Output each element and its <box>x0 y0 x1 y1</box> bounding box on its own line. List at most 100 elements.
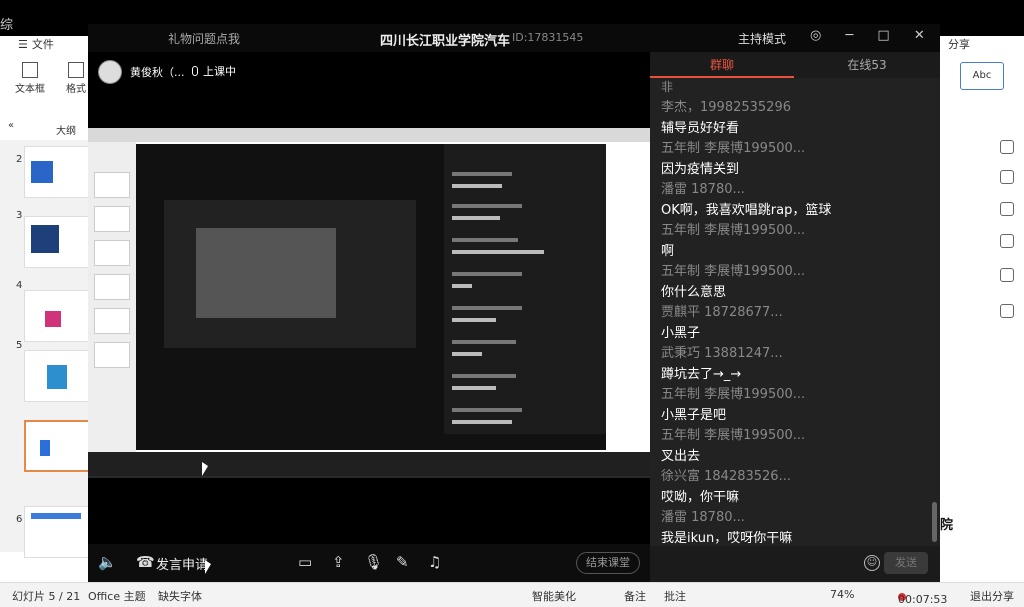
nested-slide-panel <box>88 142 136 452</box>
classroom-window: 礼物问题点我 四川长江职业学院汽车 ID:17831545 主持模式 ◎ ─ □… <box>88 24 940 582</box>
sender-name: 五年制 李展博199500... <box>661 141 806 156</box>
tab-outline[interactable]: 大纲 <box>56 122 76 137</box>
partial-message: 非 <box>661 80 674 94</box>
message-text: 小黑子是吧 <box>661 408 727 423</box>
sender-name: 潘雷 18780... <box>661 510 745 525</box>
classroom-titlebar: 礼物问题点我 四川长江职业学院汽车 ID:17831545 主持模式 ◎ ─ □… <box>88 24 940 52</box>
slide-number: 4 <box>16 280 23 291</box>
text-style-button[interactable]: Abc <box>960 62 1004 90</box>
list-item: 潘雷 18780... 我是ikun，哎呀你干嘛 <box>661 506 931 546</box>
image-icon[interactable] <box>1000 202 1014 216</box>
message-text: 小黑子 <box>661 326 701 341</box>
format-label: 格式 <box>66 84 86 95</box>
sender-name: 五年制 李展博199500... <box>661 387 806 402</box>
sender-name: 五年制 李展博199500... <box>661 223 806 238</box>
nested-slide <box>94 274 130 300</box>
theme-name: Office 主题 <box>88 590 146 603</box>
file-menu[interactable]: ☰ 文件 <box>18 36 54 52</box>
avatar <box>98 60 122 84</box>
comment-button[interactable]: 批注 <box>664 588 686 604</box>
menu-icon: ☰ <box>18 37 28 51</box>
class-id: ID:17831545 <box>512 31 584 44</box>
smart-beautify-button[interactable]: 智能美化 <box>532 588 576 604</box>
slide-thumbnail-selected[interactable] <box>24 420 90 472</box>
sender-name: 潘雷 18780... <box>661 182 745 197</box>
host-mode-button[interactable]: 主持模式 <box>738 30 786 47</box>
settings-icon[interactable] <box>1000 304 1014 318</box>
zoom-level[interactable]: 74% <box>830 588 854 601</box>
notes-button[interactable]: 备注 <box>624 588 646 604</box>
message-text: 蹲坑去了→_→ <box>661 367 742 382</box>
speak-request-button[interactable]: 发言申请 <box>156 554 208 573</box>
tab-online[interactable]: 在线53 <box>794 52 940 78</box>
end-class-button[interactable]: 结束课堂 <box>576 552 640 574</box>
animation-icon[interactable] <box>1000 234 1014 248</box>
gift-question-link[interactable]: 礼物问题点我 <box>168 30 240 47</box>
chat-panel: 群聊 在线53 非 李杰，19982535296 辅导员好好看 五年制 李展博19… <box>650 52 940 582</box>
message-text: 叉出去 <box>661 449 701 464</box>
collapse-icon[interactable]: « <box>8 120 14 131</box>
slide-counter: 幻灯片 5 / 21 <box>12 590 81 603</box>
office-ribbon: ☰ 文件 文本框 格式 <box>0 36 90 106</box>
class-title: 四川长江职业学院汽车 <box>380 34 511 49</box>
nested-slide <box>94 308 130 334</box>
speaker-icon[interactable]: 🔈 <box>98 553 117 571</box>
chat-messages[interactable]: 非 李杰，19982535296 辅导员好好看 五年制 李展博199500... 因… <box>650 78 940 546</box>
format-brush-icon <box>68 62 84 78</box>
emoji-icon[interactable]: ☺ <box>864 555 880 571</box>
shape-icon[interactable] <box>1000 170 1014 184</box>
textbox-label: 文本框 <box>15 84 45 95</box>
nested-inner-capture-deep <box>196 228 336 318</box>
sender-name: 武秉巧 13881247... <box>661 346 783 361</box>
exit-share-button[interactable]: 退出分享 <box>970 588 1014 604</box>
slide-number: 2 <box>16 154 23 165</box>
textbox-icon <box>22 62 38 78</box>
chat-input-bar[interactable]: ☺ 发送 <box>650 546 940 582</box>
list-item: 徐兴富 184283526... 哎呦，你干嘛 <box>661 465 931 505</box>
missing-font-button[interactable]: 缺失字体 <box>158 588 202 604</box>
office-right-ribbon: 分享 Abc 院 <box>938 36 1024 586</box>
location-icon[interactable] <box>1000 268 1014 282</box>
music-icon[interactable]: ♫ <box>428 553 441 571</box>
timer-value: 00:07:53 <box>898 593 948 606</box>
slide-text-fragment: 院 <box>940 518 954 533</box>
chat-scrollbar[interactable] <box>932 502 937 542</box>
list-item: 潘雷 18780... OK啊，我喜欢唱跳rap，篮球 <box>661 178 931 218</box>
mouse-cursor <box>202 462 208 476</box>
slide-thumbnail[interactable] <box>24 216 90 268</box>
window-controls[interactable]: ◎ ─ □ ✕ <box>810 28 935 43</box>
slide-thumbnail[interactable] <box>24 290 90 342</box>
textbox-button[interactable]: 文本框 <box>8 62 52 95</box>
outline-bar: « 大纲 <box>0 118 90 137</box>
phone-icon[interactable]: ☎ <box>136 553 155 571</box>
list-item: 五年制 李展博199500... 小黑子是吧 <box>661 383 931 423</box>
pen-icon[interactable] <box>1000 140 1014 154</box>
list-item: 五年制 李展博199500... 叉出去 <box>661 424 931 464</box>
slide-thumbnail[interactable] <box>24 350 90 402</box>
class-status-label: 上课中 <box>203 65 236 78</box>
message-text: 你什么意思 <box>661 285 727 300</box>
send-button[interactable]: 发送 <box>884 552 928 574</box>
message-text: 我是ikun，哎呀你干嘛 <box>661 531 793 546</box>
sender-name: 五年制 李展博199500... <box>661 264 806 279</box>
slide-number: 6 <box>16 514 23 525</box>
microphone-icon[interactable]: 🎙 <box>364 553 383 571</box>
sender-name: 五年制 李展博199500... <box>661 428 806 443</box>
share-button[interactable]: 分享 <box>948 36 970 52</box>
camera-off-icon[interactable]: ▭ <box>298 553 312 571</box>
slide-thumbnail[interactable] <box>24 146 90 198</box>
nested-screen-capture <box>88 128 650 478</box>
slide-thumbnail[interactable] <box>24 506 90 558</box>
sender-name: 贾麒平 18728677... <box>661 305 783 320</box>
nested-slide <box>94 172 130 198</box>
nested-slide <box>94 240 130 266</box>
slide-thumbnails: 2 3 4 5 6 <box>0 140 90 558</box>
list-item: 武秉巧 13881247... 蹲坑去了→_→ <box>661 342 931 382</box>
message-text: 辅导员好好看 <box>661 121 740 136</box>
class-status: 上课中 <box>192 63 236 79</box>
classroom-bottom-bar: 🔈 ☎ 发言申请 ▭ ⇪ 🎙 ✎ ♫ 结束课堂 <box>88 544 650 582</box>
nested-slide <box>94 206 130 232</box>
tab-group-chat[interactable]: 群聊 <box>650 52 794 78</box>
edit-icon[interactable]: ✎ <box>396 553 409 571</box>
screen-share-icon[interactable]: ⇪ <box>332 553 345 571</box>
